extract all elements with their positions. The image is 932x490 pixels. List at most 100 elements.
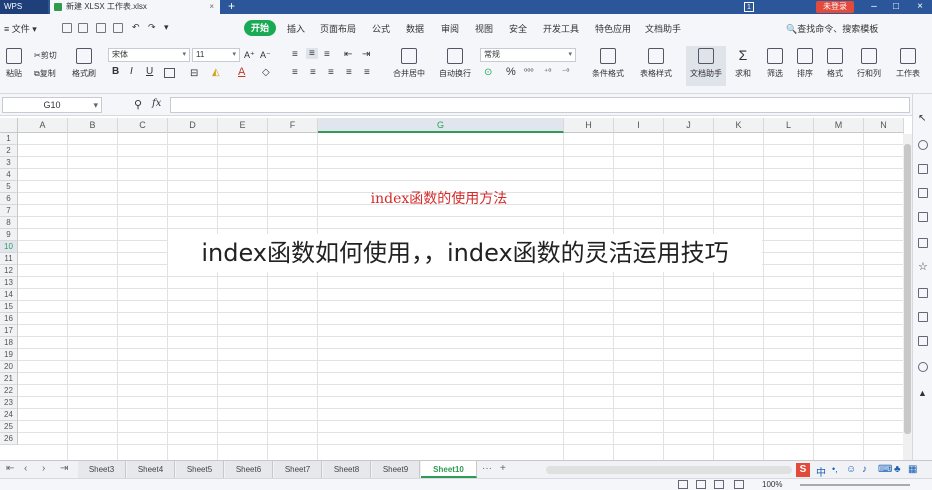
align-top-icon[interactable]: ≡ (292, 49, 298, 60)
thousands-icon[interactable]: ⁰⁰⁰ (524, 67, 534, 76)
login-button[interactable]: 未登录 (816, 1, 854, 13)
zoom-level[interactable]: 100% (762, 480, 782, 489)
page-break-view-icon[interactable] (714, 480, 724, 489)
formula-input[interactable] (170, 97, 910, 113)
quick-access-dropdown-icon[interactable]: ▾ (164, 22, 169, 33)
row-header-11[interactable]: 11 (0, 253, 18, 265)
align-center-icon[interactable]: ≡ (310, 67, 316, 78)
fill-color-icon[interactable]: ◭ (212, 67, 220, 78)
column-header-j[interactable]: J (664, 118, 714, 133)
underline-button[interactable]: U (146, 66, 153, 77)
table-icon[interactable] (918, 164, 928, 174)
worksheet-button[interactable]: 工作表 (890, 48, 926, 79)
save-icon[interactable] (62, 23, 72, 33)
tab-special-apps[interactable]: 特色应用 (595, 22, 631, 35)
zoom-search-icon[interactable]: ⚲ (134, 98, 142, 111)
tab-home[interactable]: 开始 (244, 20, 276, 36)
close-window-icon[interactable]: × (910, 0, 930, 14)
bold-button[interactable]: B (112, 66, 119, 77)
emoji-icon[interactable]: ☺ (846, 464, 856, 475)
new-tab-button[interactable]: + (228, 0, 235, 13)
align-middle-icon[interactable]: ≡ (306, 48, 318, 59)
scroll-up-icon[interactable]: ▲ (918, 388, 928, 398)
justify-icon[interactable]: ≡ (346, 67, 352, 78)
row-header-21[interactable]: 21 (0, 373, 18, 385)
fx-button[interactable]: fx (152, 98, 161, 109)
column-header-h[interactable]: H (564, 118, 614, 133)
cut-button[interactable]: ✂剪切 (34, 50, 57, 61)
row-header-24[interactable]: 24 (0, 409, 18, 421)
ime-punct-icon[interactable]: •, (832, 464, 838, 474)
paste-button[interactable]: 粘贴 (0, 48, 34, 79)
increase-decimal-icon[interactable]: ⁺⁰ (544, 67, 551, 76)
sogou-icon[interactable]: S (796, 463, 810, 477)
first-sheet-icon[interactable]: ⇤ (6, 463, 14, 474)
row-header-12[interactable]: 12 (0, 265, 18, 277)
row-header-8[interactable]: 8 (0, 217, 18, 229)
italic-button[interactable]: I (130, 66, 133, 77)
file-menu[interactable]: ≡ 文件 ▾ (4, 22, 37, 35)
page-number-badge[interactable]: 1 (744, 2, 754, 12)
shape-icon[interactable] (918, 140, 928, 150)
normal-view-icon[interactable] (678, 480, 688, 489)
row-header-25[interactable]: 25 (0, 421, 18, 433)
filter-button[interactable]: 筛选 (760, 48, 790, 79)
decrease-decimal-icon[interactable]: ⁻⁰ (562, 67, 569, 76)
decrease-font-button[interactable]: A⁻ (260, 50, 271, 61)
sum-button[interactable]: Σ 求和 (728, 48, 758, 79)
wrap-text-button[interactable]: 自动换行 (434, 48, 476, 79)
wps-brand[interactable]: WPS (0, 0, 48, 14)
mic-icon[interactable]: ♪ (862, 464, 867, 475)
export-icon[interactable] (78, 23, 88, 33)
row-header-3[interactable]: 3 (0, 157, 18, 169)
vertical-scrollbar[interactable] (903, 134, 912, 460)
column-header-b[interactable]: B (68, 118, 118, 133)
cell-g5-text[interactable]: index函数的使用方法 (316, 188, 562, 208)
data-icon[interactable] (918, 188, 928, 198)
row-header-19[interactable]: 19 (0, 349, 18, 361)
merge-center-button[interactable]: 合并居中 (386, 48, 432, 79)
name-box[interactable]: G10 ▾ (2, 97, 102, 113)
sheet-tab-sheet4[interactable]: Sheet4 (127, 461, 175, 478)
horizontal-scrollbar[interactable] (546, 466, 792, 474)
column-header-a[interactable]: A (18, 118, 68, 133)
row-header-15[interactable]: 15 (0, 301, 18, 313)
add-sheet-button[interactable]: + (500, 463, 506, 474)
tab-doc-assistant[interactable]: 文档助手 (645, 22, 681, 35)
column-header-c[interactable]: C (118, 118, 168, 133)
copy-button[interactable]: ⧉复制 (34, 68, 56, 79)
column-header-g[interactable]: G (318, 118, 564, 133)
prev-sheet-icon[interactable]: ‹ (24, 463, 27, 474)
tab-page-layout[interactable]: 页面布局 (320, 22, 356, 35)
row-header-10[interactable]: 10 (0, 241, 18, 253)
sheet-tab-sheet9[interactable]: Sheet9 (372, 461, 420, 478)
table-style-button[interactable]: 表格样式 (634, 48, 678, 79)
clipboard-icon[interactable] (918, 238, 928, 248)
percent-button[interactable]: % (506, 66, 516, 78)
spreadsheet-grid[interactable]: ABCDEFGHIJKLMN 1 2 3 4 5 6 7 8 9 10 11 12 13 14 15 16 17… (0, 118, 912, 460)
sheet-tab-sheet7[interactable]: Sheet7 (274, 461, 322, 478)
column-header-e[interactable]: E (218, 118, 268, 133)
row-header-23[interactable]: 23 (0, 397, 18, 409)
row-header-26[interactable]: 26 (0, 433, 18, 445)
history-icon[interactable] (918, 362, 928, 372)
row-header-16[interactable]: 16 (0, 313, 18, 325)
font-size-select[interactable]: 11 ▾ (192, 48, 240, 62)
undo-icon[interactable]: ↶ (132, 22, 140, 33)
row-header-13[interactable]: 13 (0, 277, 18, 289)
doc-assistant-button[interactable]: 文档助手 (686, 46, 726, 86)
tab-view[interactable]: 视图 (475, 22, 493, 35)
sheet-tab-sheet10[interactable]: Sheet10 (421, 461, 477, 478)
ime-lang[interactable]: 中 (816, 464, 826, 479)
currency-icon[interactable]: ⊙ (484, 67, 492, 78)
row-col-button[interactable]: 行和列 (852, 48, 886, 79)
vertical-scroll-thumb[interactable] (904, 144, 911, 434)
sort-button[interactable]: 排序 (790, 48, 820, 79)
column-header-f[interactable]: F (268, 118, 318, 133)
page-layout-view-icon[interactable] (696, 480, 706, 489)
row-header-4[interactable]: 4 (0, 169, 18, 181)
align-bottom-icon[interactable]: ≡ (324, 49, 330, 60)
sheet-tab-sheet6[interactable]: Sheet6 (225, 461, 273, 478)
folder-icon[interactable] (918, 288, 928, 298)
indent-decrease-icon[interactable]: ⇤ (344, 49, 352, 60)
